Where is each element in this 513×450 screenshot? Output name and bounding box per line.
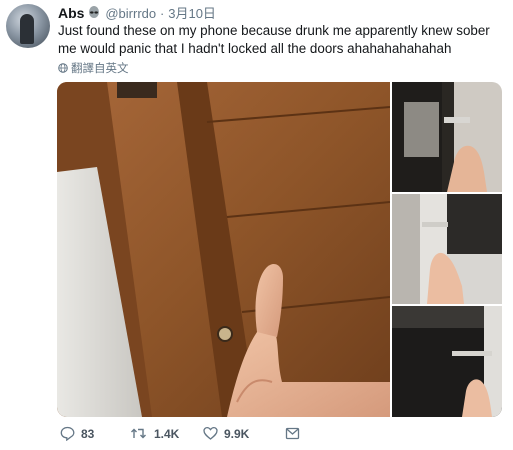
translate-link[interactable]: 翻譯自英文 xyxy=(58,60,129,76)
separator: · xyxy=(160,6,165,21)
direct-message-button[interactable] xyxy=(285,426,300,441)
retweet-icon xyxy=(130,426,148,441)
tweet-header: Abs @birrrdo · 3月10日 xyxy=(58,4,216,23)
user-handle[interactable]: @birrrdo xyxy=(105,6,156,21)
retweet-count: 1.4K xyxy=(154,426,180,441)
heart-icon xyxy=(203,426,218,441)
tweet-text: Just found these on my phone because dru… xyxy=(58,23,490,56)
photo-2[interactable] xyxy=(392,82,502,192)
photo-4[interactable] xyxy=(392,306,502,417)
avatar[interactable] xyxy=(6,4,50,48)
like-count: 9.9K xyxy=(224,426,250,441)
photo-main[interactable] xyxy=(57,82,390,417)
retweet-button[interactable]: 1.4K xyxy=(130,426,179,441)
translate-label: 翻譯自英文 xyxy=(71,63,129,75)
tweet-date[interactable]: 3月10日 xyxy=(168,6,216,21)
reply-icon xyxy=(60,426,75,441)
like-button[interactable]: 9.9K xyxy=(203,426,249,441)
photo-3[interactable] xyxy=(392,194,502,304)
tweet-media-grid[interactable] xyxy=(57,82,502,417)
alien-icon xyxy=(87,6,101,20)
reply-count: 83 xyxy=(81,426,95,441)
globe-icon xyxy=(58,63,68,73)
message-icon xyxy=(285,426,300,441)
tweet-actions: 83 1.4K 9.9K xyxy=(0,424,513,448)
reply-button[interactable]: 83 xyxy=(60,426,94,441)
display-name[interactable]: Abs xyxy=(58,5,84,21)
